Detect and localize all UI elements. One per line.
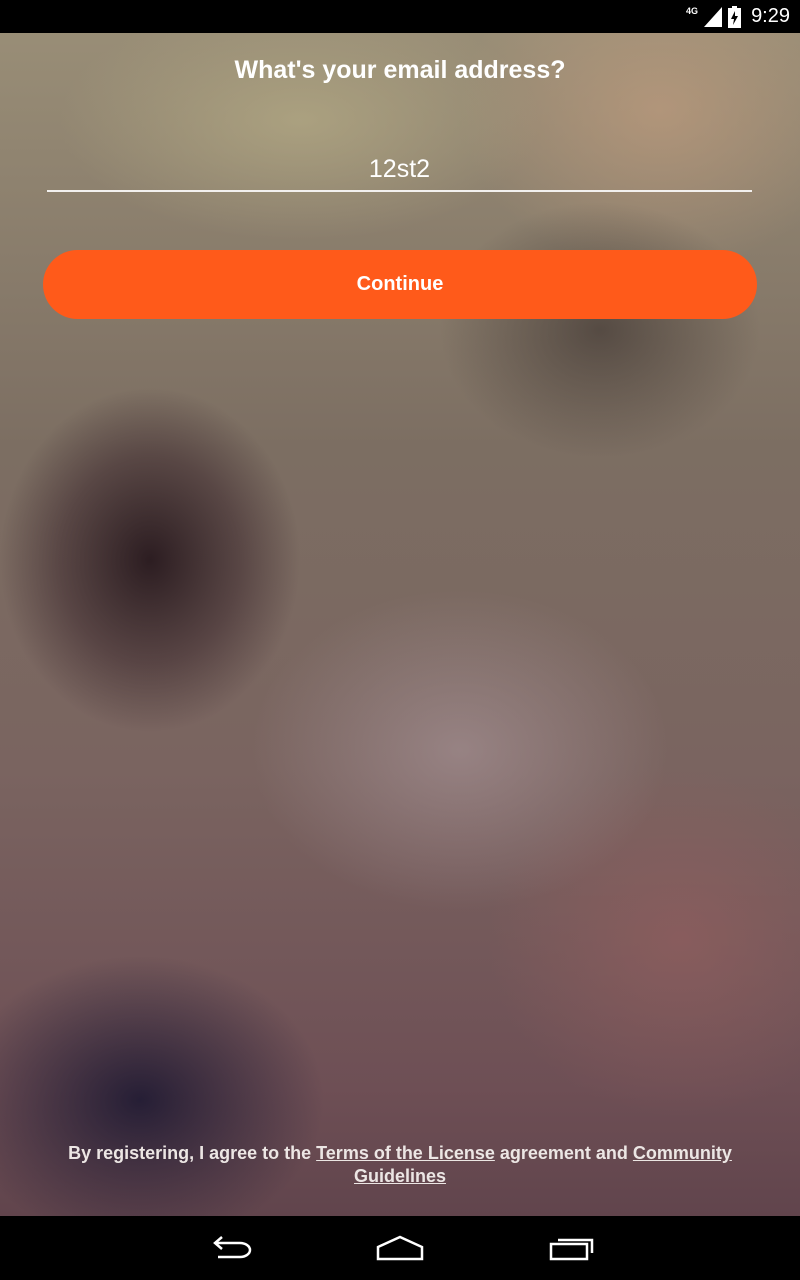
blurred-background — [0, 0, 800, 1280]
signal-icon — [704, 6, 723, 27]
status-bar: 4G 9:29 — [0, 0, 800, 33]
terms-link[interactable]: Terms of the License — [316, 1143, 495, 1163]
navigation-bar — [0, 1216, 800, 1280]
battery-charging-icon — [728, 5, 742, 28]
legal-notice: By registering, I agree to the Terms of … — [60, 1142, 740, 1188]
signup-email-screen: 4G 9:29 What's your email address? Conti… — [0, 0, 800, 1280]
home-button[interactable] — [355, 1216, 445, 1280]
network-type-label: 4G — [686, 5, 699, 16]
clock: 9:29 — [751, 5, 790, 27]
back-button[interactable] — [185, 1216, 275, 1280]
page-title: What's your email address? — [234, 56, 566, 84]
legal-middle: agreement and — [494, 1143, 633, 1163]
back-icon — [213, 1236, 252, 1259]
recent-apps-button[interactable] — [527, 1216, 617, 1280]
home-icon — [376, 1235, 424, 1261]
status-icons: 4G 9:29 — [686, 0, 790, 33]
email-input[interactable] — [47, 148, 752, 192]
legal-prefix: By registering, I agree to the — [68, 1143, 317, 1163]
continue-button[interactable]: Continue — [43, 250, 757, 319]
recent-apps-icon — [549, 1238, 594, 1261]
